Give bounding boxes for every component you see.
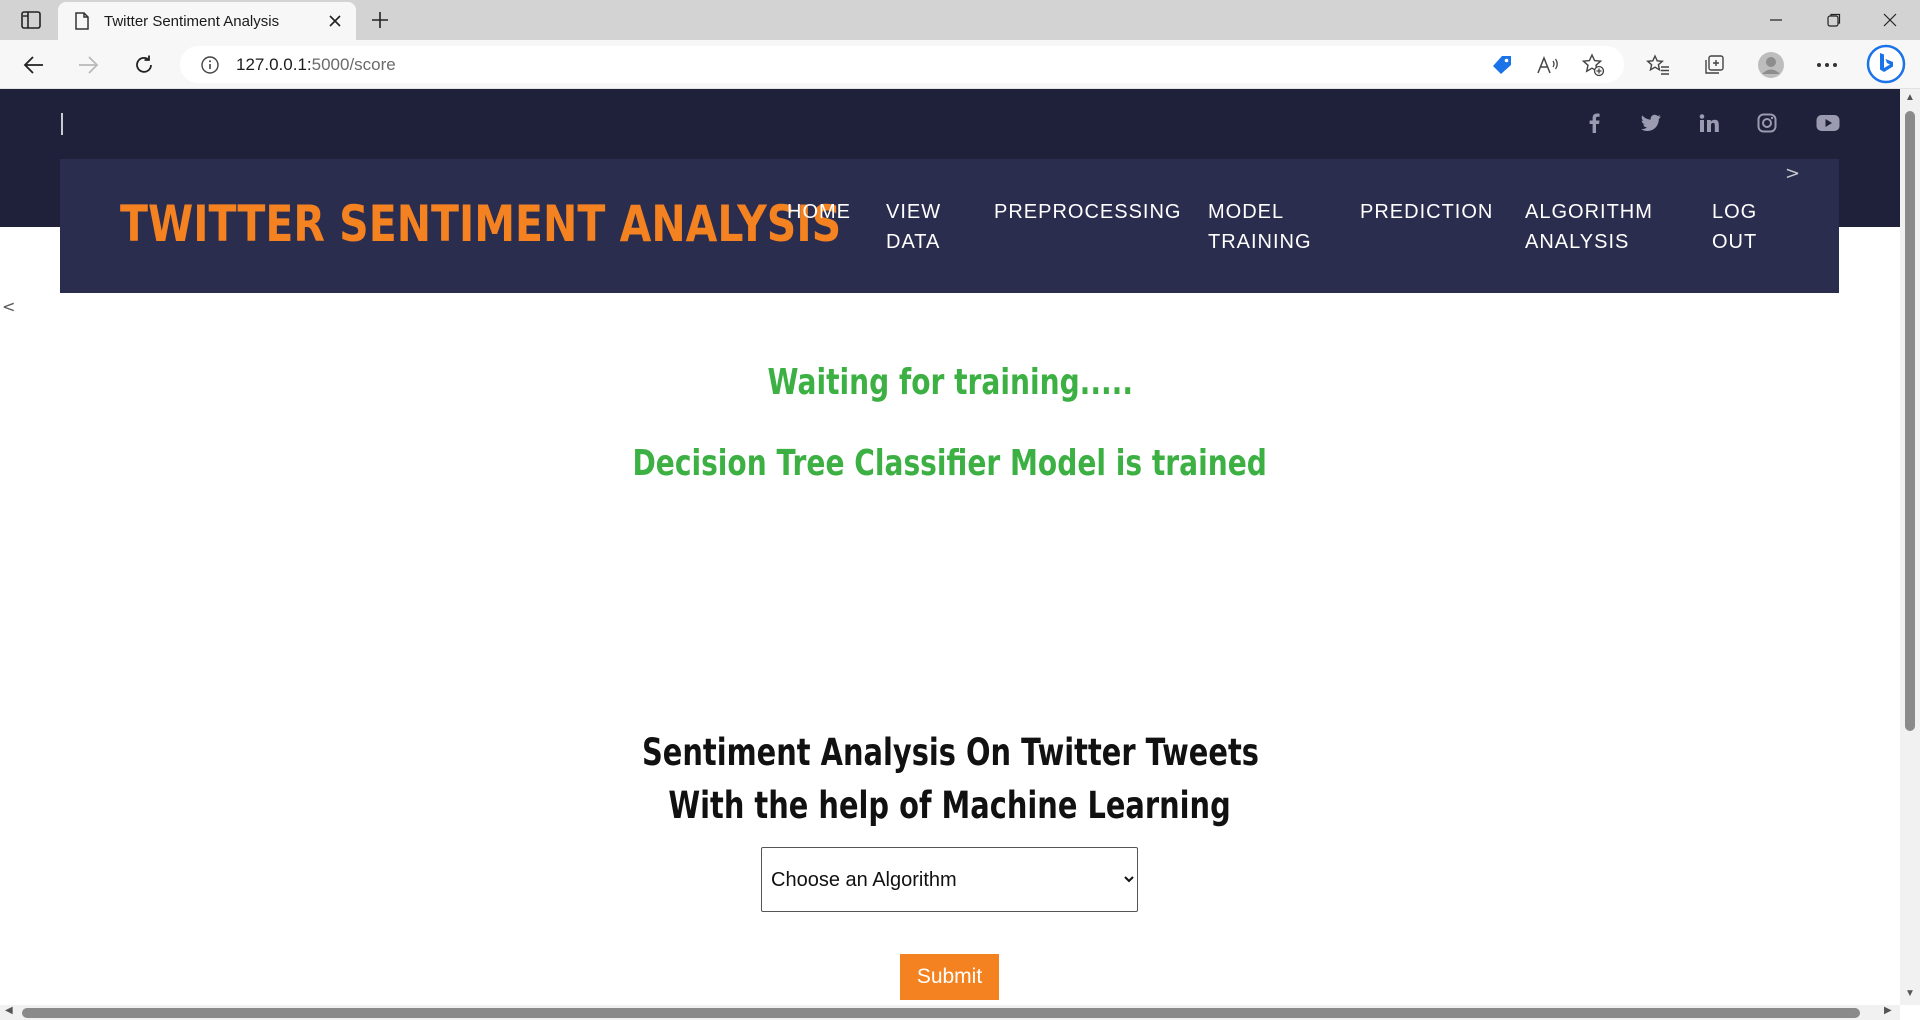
nav-algorithm-analysis[interactable]: ALGORITHM ANALYSIS (1525, 197, 1653, 257)
profile-icon[interactable] (1756, 50, 1786, 80)
main-navbar: TWITTER SENTIMENT ANALYSIS HOME VIEW DATA… (60, 159, 1839, 293)
url-text: 127.0.0.1:5000/score (236, 54, 396, 74)
page-viewport: TWITTER SENTIMENT ANALYSIS HOME VIEW DATA… (0, 89, 1900, 1005)
window-close-icon[interactable] (1870, 6, 1910, 34)
scroll-up-icon[interactable]: ▲ (1904, 92, 1916, 103)
linkedin-icon[interactable] (1697, 111, 1721, 135)
favorites-icon[interactable] (1645, 52, 1671, 78)
tab-title: Twitter Sentiment Analysis (104, 12, 280, 30)
add-favorite-icon[interactable] (1580, 52, 1606, 78)
more-icon[interactable] (1814, 52, 1840, 78)
document-icon (74, 12, 90, 30)
close-icon[interactable] (320, 6, 350, 36)
tab-actions-icon[interactable] (18, 8, 44, 32)
page-heading-line2: With the help of Machine Learning (668, 784, 1232, 827)
nav-log-out[interactable]: LOG OUT (1712, 197, 1757, 257)
read-aloud-icon[interactable] (1535, 52, 1561, 78)
nav-model-training[interactable]: MODEL TRAINING (1208, 197, 1312, 257)
nav-prediction[interactable]: PREDICTION (1360, 197, 1493, 227)
browser-tab[interactable]: Twitter Sentiment Analysis (58, 2, 356, 40)
training-status-trained: Decision Tree Classifier Model is traine… (632, 443, 1268, 484)
scroll-left-icon[interactable]: ◀ (5, 1005, 13, 1016)
nav-home[interactable]: HOME (787, 197, 851, 227)
nav-preprocessing[interactable]: PREPROCESSING (994, 197, 1181, 227)
text-caret (61, 113, 63, 135)
nav-view-data[interactable]: VIEW DATA (886, 197, 941, 257)
back-icon[interactable] (18, 49, 50, 81)
coupon-tag-icon[interactable] (1489, 52, 1515, 78)
submit-button[interactable]: Submit (900, 954, 999, 1000)
horizontal-scrollbar[interactable]: ◀ ▶ (0, 1005, 1900, 1020)
browser-address-bar: 127.0.0.1:5000/score (0, 40, 1920, 89)
refresh-icon[interactable] (128, 49, 160, 81)
restore-icon[interactable] (1814, 6, 1854, 34)
vertical-scroll-thumb[interactable] (1905, 111, 1915, 731)
site-brand[interactable]: TWITTER SENTIMENT ANALYSIS (120, 195, 841, 253)
url-field[interactable]: 127.0.0.1:5000/score (180, 46, 1624, 83)
instagram-icon[interactable] (1755, 111, 1779, 135)
training-status-waiting: Waiting for training..... (767, 362, 1133, 403)
nav-next-arrow[interactable]: > (1785, 163, 1800, 184)
nav-prev-arrow[interactable]: < (2, 297, 15, 316)
bing-icon[interactable] (1866, 44, 1906, 84)
youtube-icon[interactable] (1815, 111, 1841, 135)
facebook-icon[interactable] (1582, 111, 1606, 135)
algorithm-select[interactable]: Choose an Algorithm (761, 847, 1138, 912)
horizontal-scroll-thumb[interactable] (22, 1008, 1860, 1018)
info-icon[interactable] (200, 55, 220, 75)
twitter-icon[interactable] (1639, 111, 1663, 135)
vertical-scrollbar[interactable]: ▲ ▼ (1900, 89, 1920, 1005)
page-heading-line1: Sentiment Analysis On Twitter Tweets (641, 731, 1259, 774)
browser-tab-bar: Twitter Sentiment Analysis (0, 0, 1920, 40)
collections-icon[interactable] (1701, 52, 1727, 78)
minimize-icon[interactable] (1756, 6, 1796, 34)
scroll-down-icon[interactable]: ▼ (1904, 988, 1916, 999)
new-tab-icon[interactable] (366, 6, 394, 34)
scroll-right-icon[interactable]: ▶ (1884, 1005, 1892, 1016)
forward-icon[interactable] (72, 49, 104, 81)
